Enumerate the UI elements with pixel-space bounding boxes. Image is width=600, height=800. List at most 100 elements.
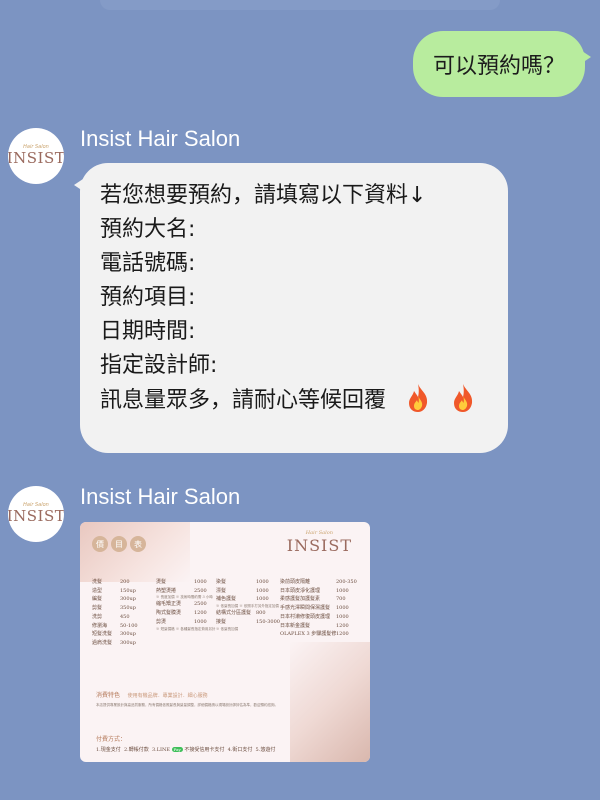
- salon-avatar[interactable]: Hair Salon INSIST: [8, 486, 64, 542]
- price-item-name: 結構式分區護髮: [216, 610, 252, 617]
- price-item-value: 50-100: [120, 622, 138, 629]
- price-row: ※ 短髮價格 ※ 各種髮長指定費用另計: [156, 627, 215, 632]
- price-item-value: 1000: [336, 587, 349, 594]
- menu-features-title: 消費特色: [96, 692, 121, 699]
- price-item-name: 柔感護髮加護髮素: [280, 596, 321, 603]
- price-item-name: 造型: [92, 587, 103, 594]
- price-row: 編髮 300up: [92, 595, 144, 604]
- price-item-value: 350up: [120, 605, 136, 612]
- price-row: 接髮 150-3000: [216, 618, 280, 627]
- salon-avatar[interactable]: Hair Salon INSIST: [8, 128, 64, 184]
- price-note: ※ 短髮價格 ※ 各種髮長指定費用另計: [156, 626, 216, 631]
- price-row: 補色護髮 1000: [216, 595, 279, 604]
- payment-item: 2.轉帳付款: [123, 747, 149, 753]
- price-item-value: 200: [120, 579, 130, 585]
- price-item-name: 燙髮: [156, 579, 167, 585]
- menu-title-badges: 價 目 表: [92, 536, 146, 552]
- price-row: 短髮洗髮 300up: [92, 630, 144, 639]
- previous-message-edge: [100, 0, 500, 10]
- price-row: 染髮 1000: [216, 578, 279, 587]
- price-item-value: 300up: [120, 596, 136, 603]
- price-row: 洗髮 200: [92, 578, 144, 587]
- price-item-value: 800: [256, 610, 266, 617]
- price-item-name: 接髮: [216, 618, 227, 625]
- menu-features-text: 本店提供專業設計與高品質服務，所有價格依照髮長與髮量調整，詳細價格請以現場設計師…: [96, 703, 278, 707]
- price-item-value: 2500: [194, 601, 207, 608]
- price-item-name: 編髮: [92, 596, 103, 603]
- price-item-name: 剪髮: [92, 605, 103, 612]
- message-line: 預約項目:: [100, 285, 196, 310]
- price-item-name: 日本新金護髮: [280, 622, 311, 629]
- price-item-value: 200-350: [336, 579, 357, 585]
- price-row: 洗剪 450: [92, 613, 144, 622]
- price-row: ※ 依髮長加價: [216, 627, 279, 632]
- payment-item: 4.街口支付: [227, 747, 253, 753]
- fire-icon: [409, 384, 428, 412]
- incoming-message-bubble[interactable]: 若您想要預約，請填寫以下資料↓ 預約大名: 電話號碼: 預約項目: 日期時間: …: [74, 163, 508, 453]
- price-menu-image[interactable]: 價 目 表 Hair Salon INSIST 洗髮 200 造型 150up 編髮 30…: [80, 522, 370, 762]
- outgoing-message-bubble[interactable]: 可以預約嗎？: [413, 31, 591, 97]
- price-item-name: 染髮: [216, 579, 227, 585]
- price-item-value: 150up: [120, 587, 136, 594]
- price-item-value: 1000: [336, 605, 349, 612]
- price-item-value: 1000: [256, 587, 269, 594]
- price-column: 洗髮 200 造型 150up 編髮 300up 剪髮 350up 洗剪 450 修瀏海 50-100…: [92, 578, 144, 648]
- price-item-value: 1000: [194, 618, 207, 625]
- sender-name: Insist Hair Salon: [80, 126, 241, 151]
- message-line: 日期時間:: [100, 319, 196, 344]
- line-pay-badge: Pay: [171, 747, 183, 752]
- price-item-name: 日本頭皮淨化護理: [280, 587, 321, 594]
- price-item-name: 補色護髮: [216, 596, 237, 603]
- price-row: 修瀏海 50-100: [92, 622, 144, 631]
- price-row: 柔感護髮加護髮素 700: [280, 595, 358, 604]
- menu-logo-main: INSIST: [286, 536, 352, 555]
- price-item-name: 過肩洗髮: [92, 639, 113, 646]
- menu-badge: 表: [130, 536, 146, 552]
- menu-payment-title: 付費方式：: [96, 736, 127, 743]
- message-line: 訊息量眾多，請耐心等候回覆: [100, 388, 387, 413]
- price-item-value: 1000: [336, 613, 349, 620]
- price-row: 日本頭皮淨化護理 1000: [280, 587, 358, 596]
- message-line: 預約大名:: [100, 217, 196, 242]
- price-item-name: 手感光澤瞬間保濕護髮: [280, 605, 331, 612]
- price-item-value: 1200: [336, 622, 349, 629]
- price-note: ※ 依髮長加價: [216, 626, 239, 631]
- message-line: 若您想要預約，請填寫以下資料↓: [100, 183, 427, 208]
- avatar-logo-main: INSIST: [8, 507, 64, 526]
- price-item-value: 700: [336, 596, 346, 603]
- price-item-name: 漂髮: [216, 587, 227, 594]
- price-item-value: 1000: [256, 579, 269, 585]
- price-row: 日本新金護髮 1200: [280, 622, 358, 631]
- price-column: 染髮 1000 漂髮 1000 補色護髮 1000 ※ 依髮長加價 ※ 依照手打另外指定加價…: [216, 578, 280, 632]
- price-item-value: 150-3000: [256, 618, 280, 625]
- price-column: 染前頭皮隔離 200-350 日本頭皮淨化護理 1000 柔感護髮加護髮素 700 手感光澤…: [280, 578, 358, 639]
- price-row: 結構式分區護髮 800: [216, 609, 279, 618]
- price-row: 剪髮 350up: [92, 604, 144, 613]
- price-row: 燙髮 1000: [156, 578, 215, 587]
- price-item-name: 修瀏海: [92, 622, 108, 629]
- menu-payment-items: 1.現金支付 2.轉帳付款 3.LINE Pay 不接受信用卡支付 4.街口支付…: [96, 746, 275, 753]
- payment-item: 1.現金支付: [96, 747, 121, 753]
- price-row: 漂髮 1000: [216, 587, 279, 596]
- price-item-name: OLAPLEX 3 步驟護髮修復: [280, 631, 336, 638]
- price-item-name: 染前頭皮隔離: [280, 579, 311, 585]
- avatar-logo-main: INSIST: [8, 149, 64, 168]
- price-column: 燙髮 1000 熱塑燙捲 2500 ※ 長度加價 ※ 技術時間約需 3 小時 縮毛矯正燙 2…: [156, 578, 215, 632]
- price-item-name: 剪燙: [156, 618, 167, 625]
- menu-badge: 目: [111, 536, 127, 552]
- price-item-value: 1200: [194, 610, 207, 617]
- message-line: 指定設計師:: [100, 353, 218, 378]
- price-row: 剪燙 1000: [156, 618, 215, 627]
- floral-decoration: [80, 522, 190, 582]
- price-item-value: 300up: [120, 631, 136, 638]
- price-item-value: 300up: [120, 639, 136, 646]
- payment-item: 不接受信用卡支付: [184, 747, 225, 753]
- payment-item: 5.悠遊付: [255, 747, 276, 753]
- price-row: OLAPLEX 3 步驟護髮修復 1200: [280, 630, 358, 639]
- payment-item: 3.LINE: [151, 747, 171, 753]
- price-item-name: 短髮洗髮: [92, 631, 113, 638]
- price-item-value: 450: [120, 613, 130, 620]
- price-item-value: 1000: [256, 596, 269, 603]
- price-row: 手感光澤瞬間保濕護髮 1000: [280, 604, 358, 613]
- menu-features: 消費特色 使用有機品牌．專業設計．細心服務 本店提供專業設計與高品質服務，所有價…: [96, 690, 306, 708]
